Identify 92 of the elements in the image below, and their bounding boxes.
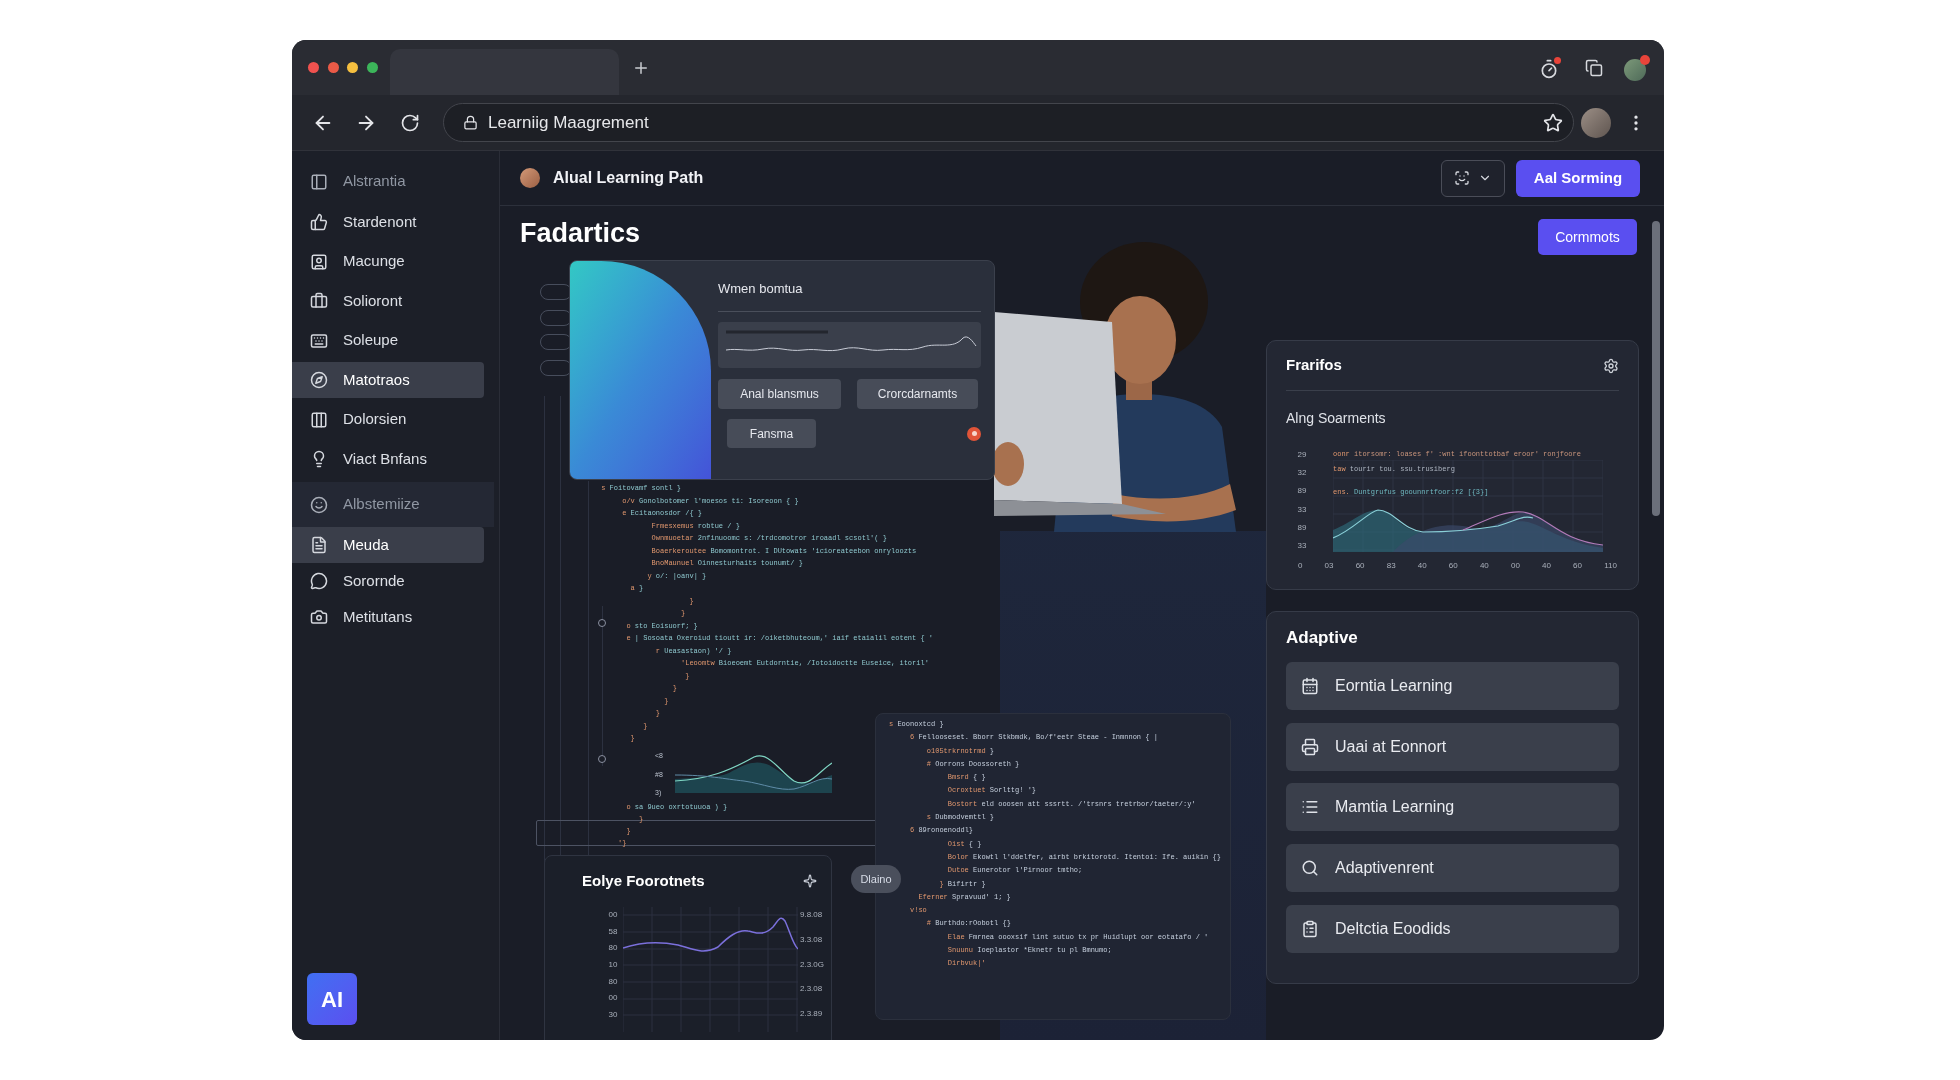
card-button[interactable]: Crorcdarnamts: [857, 379, 978, 409]
calendar-icon: [1301, 677, 1319, 695]
adaptive-list-item[interactable]: Adaptivenrent: [1286, 844, 1619, 893]
sidebar-item[interactable]: Dolorsien: [292, 401, 484, 438]
bookmark-star-icon[interactable]: [1543, 112, 1563, 133]
axis-tick-label: 83: [1386, 560, 1396, 573]
axis-tick-label: 30: [608, 1009, 618, 1022]
panel-icon: [310, 172, 328, 191]
sidebar-item[interactable]: Matotraos: [292, 362, 484, 398]
smiley-icon: [310, 495, 328, 514]
card-title: Adaptive: [1286, 627, 1358, 649]
page-title: Fadartics: [520, 217, 641, 250]
axis-tick-label: 80: [608, 942, 618, 955]
status-pill[interactable]: Dlaino: [851, 865, 901, 893]
axis-tick-label: 40: [1542, 560, 1551, 573]
axis-tick-label: 110: [1604, 560, 1617, 573]
keyboard-icon: [310, 331, 328, 350]
axis-tick-label: 40: [1417, 560, 1427, 573]
address-bar[interactable]: Learniig Maagrement: [443, 103, 1574, 142]
axis-tick-label: 60: [1573, 560, 1582, 573]
axis-tick-label: 33: [1297, 503, 1307, 516]
action-button[interactable]: Cormmots: [1538, 219, 1637, 255]
scrollbar[interactable]: [1652, 221, 1660, 516]
card-subtitle: Alng Soarments: [1286, 410, 1386, 426]
axis-tick-label: 89: [1297, 485, 1307, 498]
briefcase-icon: [310, 292, 328, 310]
lock-icon: [463, 115, 478, 130]
camera-icon: [310, 608, 328, 626]
axis-tick-label: 60: [1448, 560, 1458, 573]
axis-tick-label: 32: [1297, 467, 1307, 480]
adaptive-list-item[interactable]: Uaai at Eonnort: [1286, 722, 1619, 771]
card-title: Frarifos: [1286, 355, 1342, 376]
node-ring-icon: [598, 619, 606, 627]
sidebar-item[interactable]: Soleupe: [292, 322, 484, 359]
clipboard-icon: [1301, 919, 1319, 938]
axis-tick-label: 40: [1479, 560, 1489, 573]
copy-icon[interactable]: [1585, 58, 1603, 77]
axis-tick-label: 03: [1324, 560, 1334, 573]
columns-icon: [310, 410, 328, 429]
sidebar-item[interactable]: Macunge: [292, 243, 484, 280]
axis-tick-label: 3.3.08: [800, 933, 824, 946]
chat-icon: [310, 572, 328, 590]
axis-tick-label: 00: [1511, 560, 1520, 573]
profile-avatar-icon[interactable]: [1624, 54, 1650, 81]
adaptive-list-item[interactable]: Deltctia Eoodids: [1286, 904, 1619, 953]
adaptive-list-item[interactable]: Eorntia Learning: [1286, 662, 1619, 710]
card-title: Eolye Foorotnets: [582, 872, 705, 890]
axis-tick-label: 2.3.08: [800, 983, 824, 996]
axis-tick-label: 9.8.08: [800, 909, 824, 921]
axis-tick-label: 10: [608, 959, 618, 972]
sidebar-item[interactable]: Stardenont: [292, 204, 484, 240]
url-text: Learniig Maagrement: [488, 111, 649, 134]
view-dropdown-button[interactable]: [1441, 159, 1505, 197]
axis-tick-label: 0: [1298, 560, 1303, 573]
printer-icon: [1301, 737, 1319, 756]
face-scan-icon: [1454, 170, 1470, 186]
adaptive-list-item[interactable]: Mamtia Learning: [1286, 783, 1619, 832]
axis-tick-label: 00: [608, 992, 618, 1005]
card-button[interactable]: Anal blansmus: [718, 379, 841, 409]
avatar-icon[interactable]: [1581, 107, 1611, 138]
node-ring-icon: [598, 755, 606, 763]
app-title: Alual Learning Path: [553, 168, 704, 188]
axis-tick-label: 58: [608, 925, 618, 938]
sidebar-item[interactable]: Sorornde: [292, 563, 484, 599]
axis-tick-label: 29: [1297, 449, 1307, 461]
section-header[interactable]: Albstemiize: [292, 482, 494, 527]
axis-tick-label: 2.3.89: [800, 1008, 824, 1021]
sparkle-icon[interactable]: [803, 874, 817, 888]
axis-tick-label: 2.3.0G: [800, 958, 824, 971]
thumbs-up-icon: [310, 213, 328, 231]
avatar-icon: [520, 168, 540, 188]
axis-tick-label: 89: [1297, 521, 1307, 534]
axis-tick-label: 60: [1355, 560, 1365, 573]
primary-button[interactable]: Aal Sorming: [1516, 159, 1640, 197]
settings-icon[interactable]: [1603, 357, 1619, 374]
sidebar-item[interactable]: Metitutans: [292, 599, 484, 635]
card-title: Wmen bomtua: [718, 280, 803, 298]
sidebar-item[interactable]: Solioront: [292, 283, 484, 319]
section-header[interactable]: Alstrantia: [292, 159, 494, 204]
card-button[interactable]: Fansma: [727, 419, 816, 448]
user-square-icon: [310, 252, 328, 271]
axis-tick-label: 33: [1297, 539, 1307, 552]
document-icon: [310, 536, 328, 554]
axis-tick-label: 80: [608, 975, 618, 988]
timer-icon[interactable]: [1539, 56, 1561, 79]
app-logo[interactable]: AI: [307, 973, 357, 1025]
sidebar-item[interactable]: Viact Bnfans: [292, 441, 484, 477]
sidebar-item[interactable]: Meuda: [292, 527, 484, 563]
search-icon: [1301, 859, 1319, 878]
compass-icon: [310, 371, 328, 389]
axis-tick-label: 00: [608, 909, 618, 921]
reload-icon[interactable]: [400, 112, 420, 133]
